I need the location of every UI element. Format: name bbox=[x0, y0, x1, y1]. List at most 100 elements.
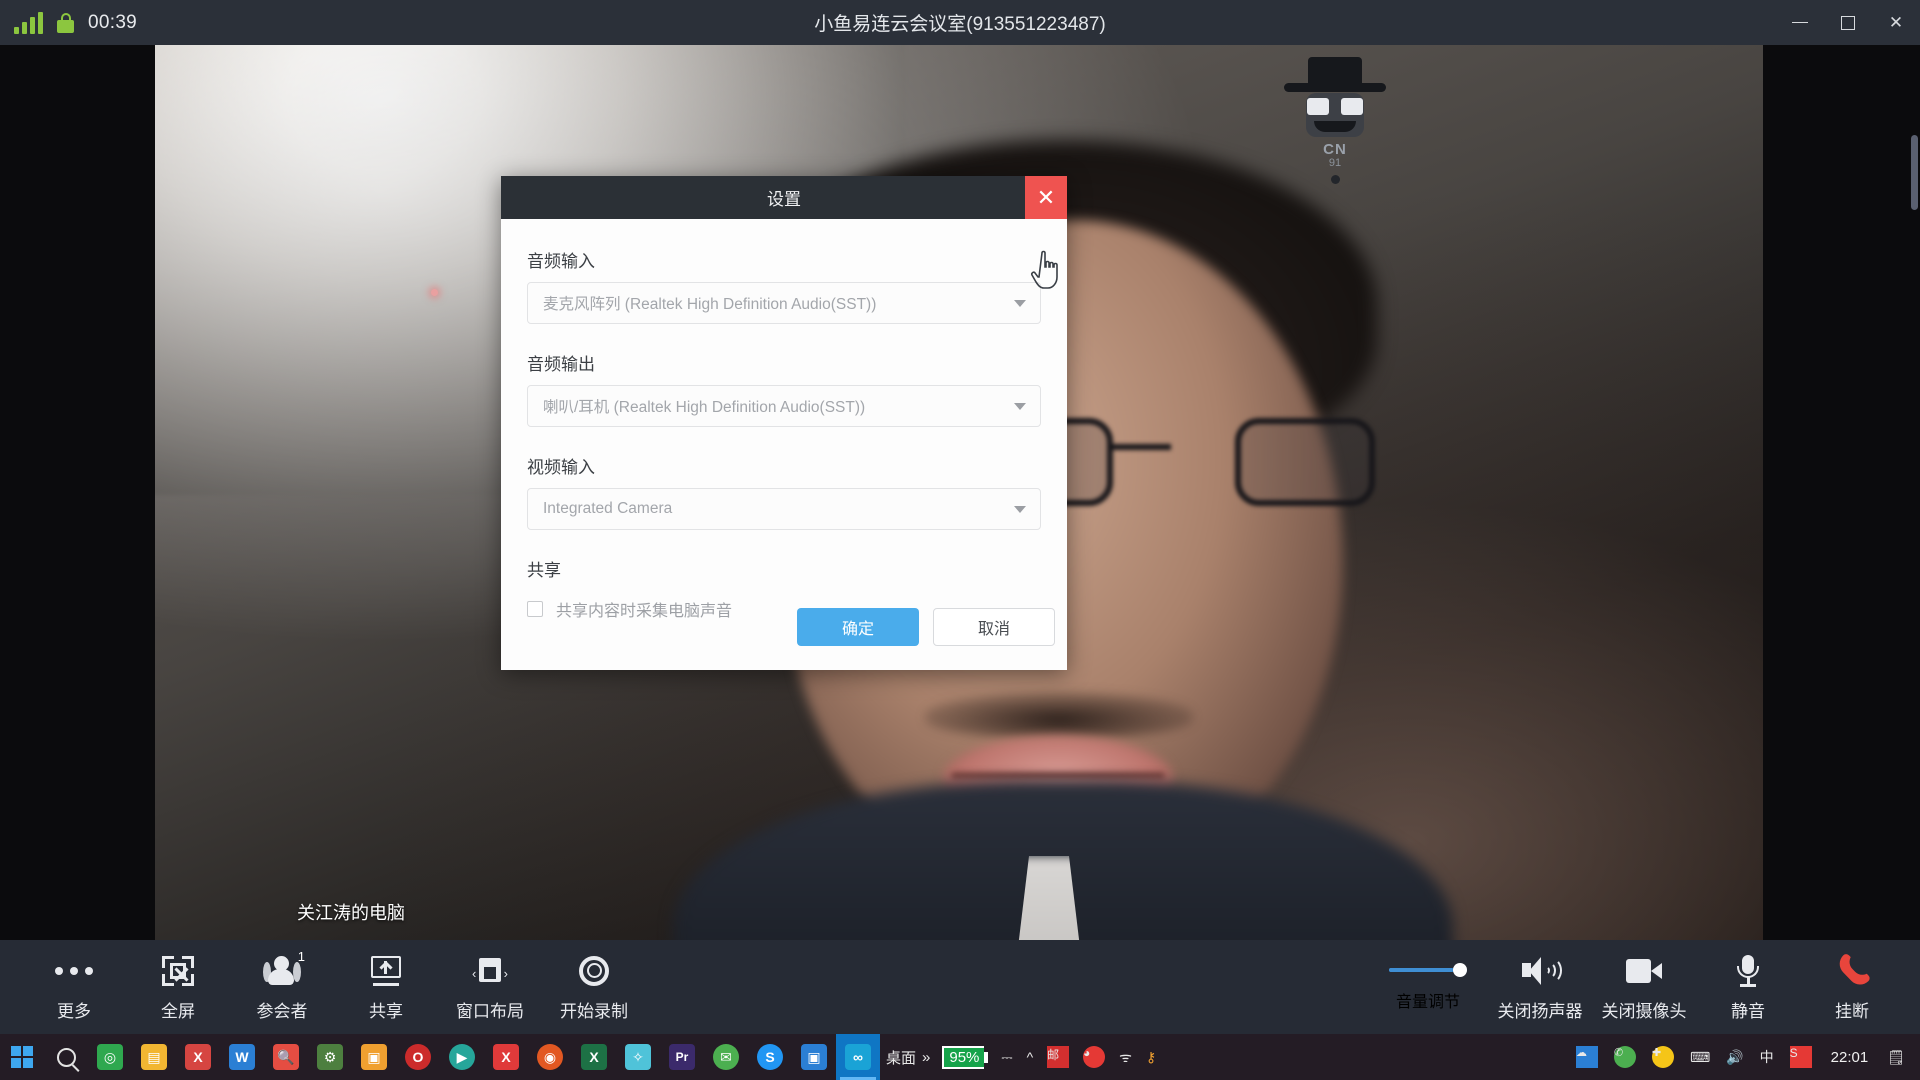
audio-output-label: 音频输出 bbox=[527, 355, 595, 374]
taskbar-item-opera-browser[interactable]: O bbox=[396, 1034, 440, 1080]
volume-slider-knob[interactable] bbox=[1453, 963, 1467, 977]
taskbar-item-design-app[interactable]: ✧ bbox=[616, 1034, 660, 1080]
taskbar-item-yealink-meeting[interactable]: ∞ bbox=[836, 1034, 880, 1080]
audio-output-value: 喇叭/耳机 (Realtek High Definition Audio(SST… bbox=[543, 399, 866, 416]
toolbar-label-record: 开始录制 bbox=[560, 1001, 628, 1021]
chevron-up-icon[interactable]: ^ bbox=[1020, 1034, 1041, 1080]
person-moustache bbox=[925, 692, 1193, 738]
meeting-duration: 00:39 bbox=[88, 11, 138, 33]
volume-icon[interactable]: 🔊 bbox=[1719, 1034, 1750, 1080]
battery-status[interactable]: 95% bbox=[936, 1034, 994, 1080]
taskbar-item-premiere-pro[interactable]: Pr bbox=[660, 1034, 704, 1080]
audio-output-select[interactable]: 喇叭/耳机 (Realtek High Definition Audio(SST… bbox=[527, 385, 1041, 427]
taskbar-item-wps-spreadsheet[interactable]: X bbox=[484, 1034, 528, 1080]
toolbar-item-share[interactable]: 共享 bbox=[334, 940, 438, 1034]
close-window-button[interactable]: ✕ bbox=[1872, 0, 1920, 45]
taskbar-item-screen-recorder[interactable]: ▣ bbox=[792, 1034, 836, 1080]
toolbar-item-layout[interactable]: ‹ › 窗口布局 bbox=[438, 940, 542, 1034]
app-title-bar: 00:39 小鱼易连云会议室(913551223487) ✕ bbox=[0, 0, 1920, 45]
volume-slider[interactable] bbox=[1389, 962, 1467, 978]
windows-taskbar: ◎ ▤ X W 🔍 ⚙ ▣ O ▶ X ◉ X ✧ Pr ✉ S ▣ ∞ 桌面 … bbox=[0, 1034, 1920, 1080]
chevron-right-icon[interactable]: » bbox=[922, 1049, 930, 1066]
video-input-select[interactable]: Integrated Camera bbox=[527, 488, 1041, 530]
cancel-button[interactable]: 取消 bbox=[933, 608, 1055, 646]
minimize-button[interactable] bbox=[1776, 0, 1824, 45]
maximize-button[interactable] bbox=[1824, 0, 1872, 45]
stage-scrollbar[interactable] bbox=[1911, 135, 1918, 210]
toolbar-item-more[interactable]: 更多 bbox=[22, 940, 126, 1034]
taskbar-item-360-browser[interactable]: ◎ bbox=[88, 1034, 132, 1080]
taskbar-item-excel[interactable]: X bbox=[572, 1034, 616, 1080]
microphone-icon bbox=[1729, 953, 1767, 989]
audio-input-value: 麦克风阵列 (Realtek High Definition Audio(SST… bbox=[543, 296, 877, 313]
toolbar-item-record[interactable]: 开始录制 bbox=[542, 940, 646, 1034]
wechat-tray-icon[interactable]: ✆ bbox=[1607, 1034, 1643, 1080]
meeting-toolbar: 更多 全屏 1 参会者 共享 ‹ › 窗口布局 开始录制 音量调节 关闭扬声器 … bbox=[0, 940, 1920, 1034]
search-icon[interactable] bbox=[44, 1034, 88, 1080]
taskbar-item-firefox-browser[interactable]: ◉ bbox=[528, 1034, 572, 1080]
more-dots-icon bbox=[55, 953, 93, 989]
dialog-header: 设置 ✕ bbox=[501, 176, 1067, 219]
taskbar-item-tool-app[interactable]: ⚙ bbox=[308, 1034, 352, 1080]
chevron-down-icon bbox=[1014, 506, 1026, 513]
window-title: 小鱼易连云会议室(913551223487) bbox=[814, 14, 1106, 35]
avatar-moustache-icon bbox=[1314, 121, 1356, 132]
avatar-dot bbox=[1331, 175, 1340, 184]
desktop-button[interactable]: 桌面 » bbox=[880, 1034, 936, 1080]
taskbar-item-search-everything[interactable]: 🔍 bbox=[264, 1034, 308, 1080]
toolbar-item-fullscreen[interactable]: 全屏 bbox=[126, 940, 230, 1034]
taskbar-item-wps-writer[interactable]: W bbox=[220, 1034, 264, 1080]
windows-start-icon[interactable] bbox=[0, 1034, 44, 1080]
security-icon[interactable]: ◕ bbox=[1076, 1034, 1112, 1080]
sogou-icon[interactable]: S bbox=[1783, 1034, 1819, 1080]
input-method-icon[interactable]: ⌨ bbox=[1683, 1034, 1717, 1080]
signal-bars-icon bbox=[14, 11, 43, 34]
window-controls: ✕ bbox=[1776, 0, 1920, 45]
wifi-icon[interactable]: ᯤ bbox=[1112, 1034, 1139, 1080]
toolbar-left-group: 更多 全屏 1 参会者 共享 ‹ › 窗口布局 开始录制 bbox=[0, 940, 646, 1034]
toolbar-item-participants[interactable]: 1 参会者 bbox=[230, 940, 334, 1034]
toolbar-item-mute[interactable]: 静音 bbox=[1696, 940, 1800, 1034]
confirm-button[interactable]: 确定 bbox=[797, 608, 919, 646]
taskbar-item-file-explorer[interactable]: ▤ bbox=[132, 1034, 176, 1080]
video-input-value: Integrated Camera bbox=[543, 500, 673, 517]
laser-dot bbox=[431, 289, 438, 296]
share-screen-icon bbox=[367, 953, 405, 989]
toolbar-item-speaker[interactable]: 关闭扬声器 bbox=[1488, 940, 1592, 1034]
close-icon[interactable]: ✕ bbox=[1025, 176, 1067, 219]
dialog-body: 音频输入 麦克风阵列 (Realtek High Definition Audi… bbox=[501, 219, 1067, 621]
desktop-label: 桌面 bbox=[886, 1049, 917, 1067]
toolbar-item-camera[interactable]: 关闭摄像头 bbox=[1592, 940, 1696, 1034]
volume-control[interactable]: 音量调节 bbox=[1368, 940, 1488, 1034]
mail-icon[interactable]: 邮 bbox=[1040, 1034, 1076, 1080]
video-input-label: 视频输入 bbox=[527, 458, 595, 477]
taskbar-item-video-player[interactable]: ▶ bbox=[440, 1034, 484, 1080]
taskbar-clock[interactable]: 22:01 bbox=[1821, 1049, 1879, 1066]
plus-tray-icon[interactable]: ✚ bbox=[1645, 1034, 1681, 1080]
hangup-icon bbox=[1833, 951, 1872, 990]
taskbar-item-wechat[interactable]: ✉ bbox=[704, 1034, 748, 1080]
audio-input-select[interactable]: 麦克风阵列 (Realtek High Definition Audio(SST… bbox=[527, 282, 1041, 324]
system-tray: ☁ ✆ ✚ ⌨ 🔊 中 S 22:01 🗒 bbox=[1569, 1034, 1920, 1080]
dialog-title: 设置 bbox=[767, 190, 801, 209]
taskbar-item-skype-app[interactable]: S bbox=[748, 1034, 792, 1080]
volume-label: 音量调节 bbox=[1395, 994, 1460, 1011]
onedrive-icon[interactable]: ☁ bbox=[1569, 1034, 1605, 1080]
title-bar-left: 00:39 bbox=[0, 11, 138, 34]
participant-name-label: 关江涛的电脑 bbox=[297, 903, 405, 923]
hat-brim-icon bbox=[1284, 83, 1386, 92]
power-icon[interactable]: ⎓ bbox=[994, 1034, 1019, 1080]
toolbar-item-hangup[interactable]: 挂断 bbox=[1800, 940, 1904, 1034]
toolbar-label-speaker: 关闭扬声器 bbox=[1497, 1001, 1583, 1021]
key-icon[interactable]: ⚷ bbox=[1139, 1034, 1163, 1080]
ime-indicator[interactable]: 中 bbox=[1753, 1034, 1781, 1080]
toolbar-right-group: 音量调节 关闭扬声器 关闭摄像头 静音 挂断 bbox=[1368, 940, 1904, 1034]
taskbar-item-wps-presentation[interactable]: X bbox=[176, 1034, 220, 1080]
lock-icon bbox=[57, 12, 74, 34]
record-icon bbox=[575, 953, 613, 989]
chevron-down-icon bbox=[1014, 300, 1026, 307]
notification-icon[interactable]: 🗒 bbox=[1880, 1034, 1912, 1080]
window-layout-icon: ‹ › bbox=[471, 953, 509, 989]
share-section-label: 共享 bbox=[527, 561, 561, 580]
taskbar-item-folder-app[interactable]: ▣ bbox=[352, 1034, 396, 1080]
